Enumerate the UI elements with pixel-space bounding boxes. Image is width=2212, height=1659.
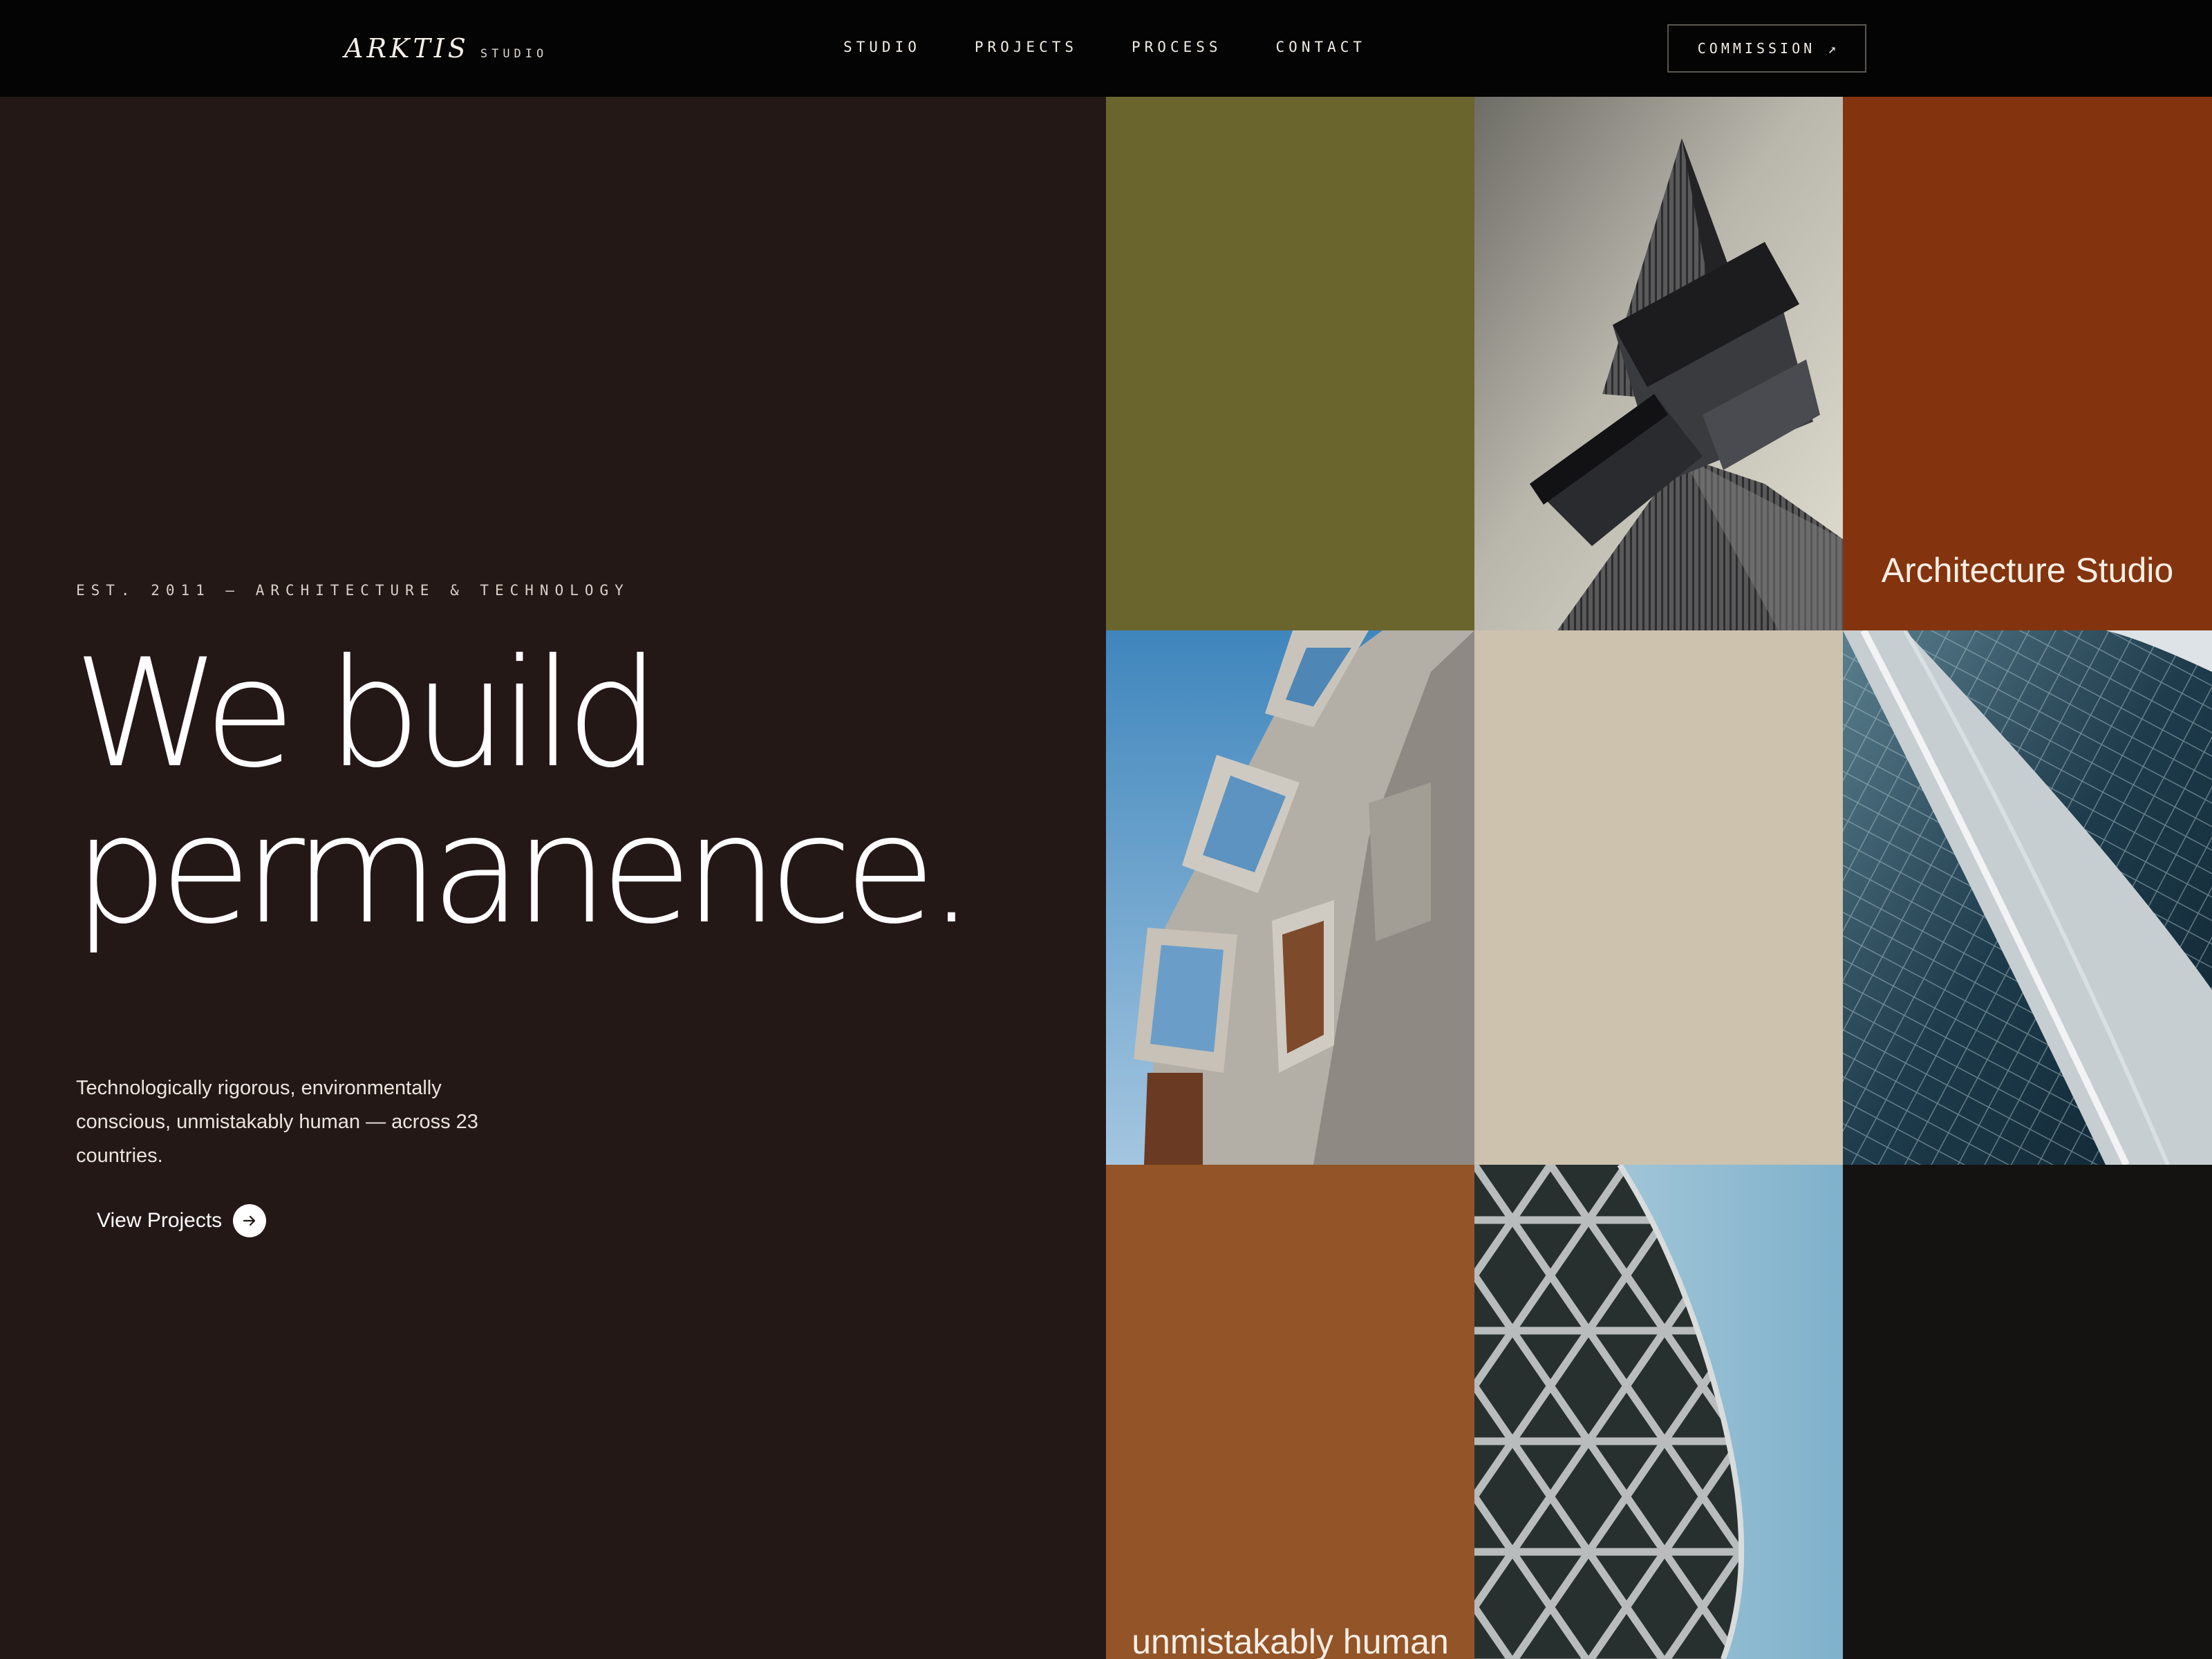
tile-caption-unmistakably-human: unmistakably human xyxy=(1132,1622,1449,1659)
hero-body: Technologically rigorous, environmentall… xyxy=(76,1077,478,1167)
gallery-photo-angular-tower[interactable] xyxy=(1474,97,1843,630)
tile-caption-architecture-studio: Architecture Studio xyxy=(1881,551,2174,590)
commission-button[interactable]: COMMISSION ↗ xyxy=(1667,24,1866,73)
arrow-up-right-icon: ↗ xyxy=(1828,40,1837,57)
gallery-photo-curved-facade[interactable] xyxy=(1843,630,2212,1165)
project-gallery: Architecture Studio unmistakably human xyxy=(1106,97,2212,1659)
primary-nav: STUDIO PROJECTS PROCESS CONTACT xyxy=(843,39,1366,55)
gallery-tile-black xyxy=(1843,1165,2212,1659)
headline-line-1: We build xyxy=(73,627,661,800)
gallery-tile-copper: unmistakably human xyxy=(1106,1165,1474,1659)
hero-section: EST. 2011 — ARCHITECTURE & TECHNOLOGY We… xyxy=(0,97,1106,1659)
nav-item-process[interactable]: PROCESS xyxy=(1132,39,1222,55)
view-projects-label: View Projects xyxy=(97,1209,223,1232)
nav-item-contact[interactable]: CONTACT xyxy=(1276,39,1367,55)
page: ARKTIS STUDIO STUDIO PROJECTS PROCESS CO… xyxy=(0,0,2212,1659)
gallery-photo-diagrid-tower[interactable] xyxy=(1474,1165,1843,1659)
gallery-photo-concrete-boxes[interactable] xyxy=(1106,630,1474,1165)
headline-line-2: permanence. xyxy=(73,783,975,957)
brand-name: ARKTIS xyxy=(344,33,469,64)
nav-item-studio[interactable]: STUDIO xyxy=(843,39,921,55)
brand-suffix: STUDIO xyxy=(480,47,548,61)
nav-item-projects[interactable]: PROJECTS xyxy=(975,39,1078,55)
hero-headline: We build permanence. xyxy=(73,627,975,957)
hero-eyebrow: EST. 2011 — ARCHITECTURE & TECHNOLOGY xyxy=(76,582,630,599)
gallery-tile-olive xyxy=(1106,97,1474,630)
gallery-tile-beige xyxy=(1474,630,1843,1165)
top-nav-bar: ARKTIS STUDIO STUDIO PROJECTS PROCESS CO… xyxy=(0,0,2212,97)
brand-logo[interactable]: ARKTIS STUDIO xyxy=(344,33,547,64)
arrow-right-icon xyxy=(233,1204,267,1237)
view-projects-link[interactable]: View Projects xyxy=(97,1204,267,1237)
gallery-tile-rust: Architecture Studio xyxy=(1843,97,2212,630)
commission-label: COMMISSION xyxy=(1697,40,1816,57)
